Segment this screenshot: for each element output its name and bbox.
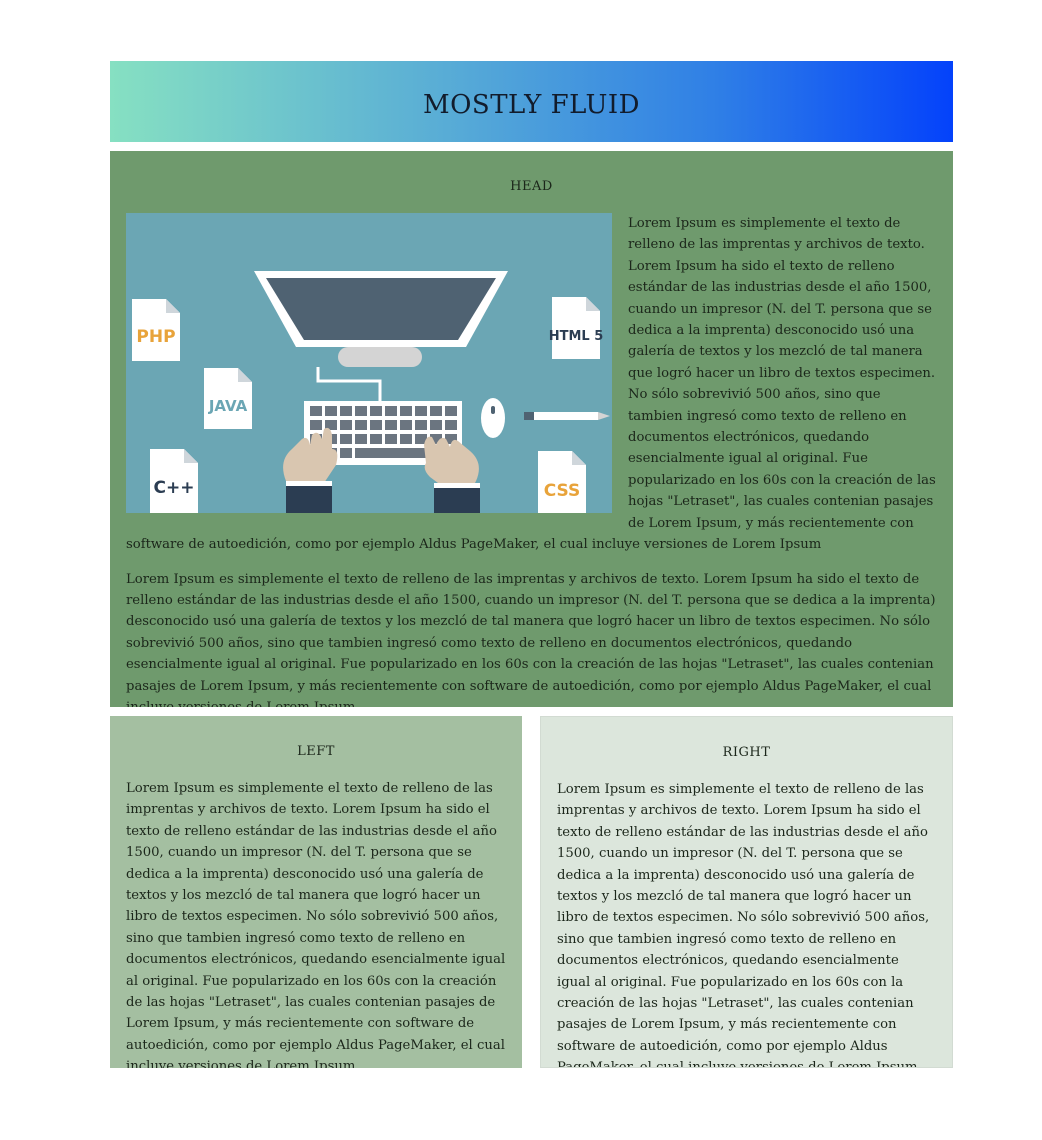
right-column-title: RIGHT [722, 745, 771, 760]
svg-text:HTML 5: HTML 5 [549, 329, 604, 344]
right-column-paragraph: Lorem Ipsum es simplemente el texto de r… [557, 782, 930, 1068]
css-file-icon: CSS [538, 451, 586, 513]
head-section: HEAD PHP JAVA C++ HTML 5 CSS Lorem Ipsum… [110, 151, 953, 707]
left-column-title: LEFT [297, 744, 335, 759]
svg-text:C++: C++ [154, 478, 195, 498]
page-title: MOSTLY FLUID [422, 89, 641, 120]
computer-keyboard-illustration: PHP JAVA C++ HTML 5 CSS [126, 213, 612, 513]
svg-text:CSS: CSS [544, 481, 581, 501]
title-banner: MOSTLY FLUID [110, 61, 953, 142]
html5-file-icon: HTML 5 [549, 297, 604, 359]
page-wrapper: MOSTLY FLUID HEAD PHP JAVA C++ HTML 5 CS… [110, 61, 953, 1068]
java-file-icon: JAVA [204, 368, 252, 429]
svg-text:PHP: PHP [136, 327, 175, 347]
cpp-file-icon: C++ [150, 449, 198, 513]
head-paragraph-2: Lorem Ipsum es simplemente el texto de r… [126, 571, 936, 708]
php-file-icon: PHP [132, 299, 180, 361]
monitor-stand-icon [338, 347, 422, 367]
left-column-paragraph: Lorem Ipsum es simplemente el texto de r… [126, 781, 506, 1068]
left-column: LEFT Lorem Ipsum es simplemente el texto… [110, 716, 522, 1068]
pen-icon [524, 412, 610, 420]
right-column: RIGHT Lorem Ipsum es simplemente el text… [540, 716, 953, 1068]
head-section-title: HEAD [510, 179, 553, 194]
mouse-icon [481, 398, 505, 438]
columns-row: LEFT Lorem Ipsum es simplemente el texto… [110, 716, 953, 1068]
svg-text:JAVA: JAVA [208, 397, 248, 415]
illustration-svg: PHP JAVA C++ HTML 5 CSS [126, 213, 612, 513]
